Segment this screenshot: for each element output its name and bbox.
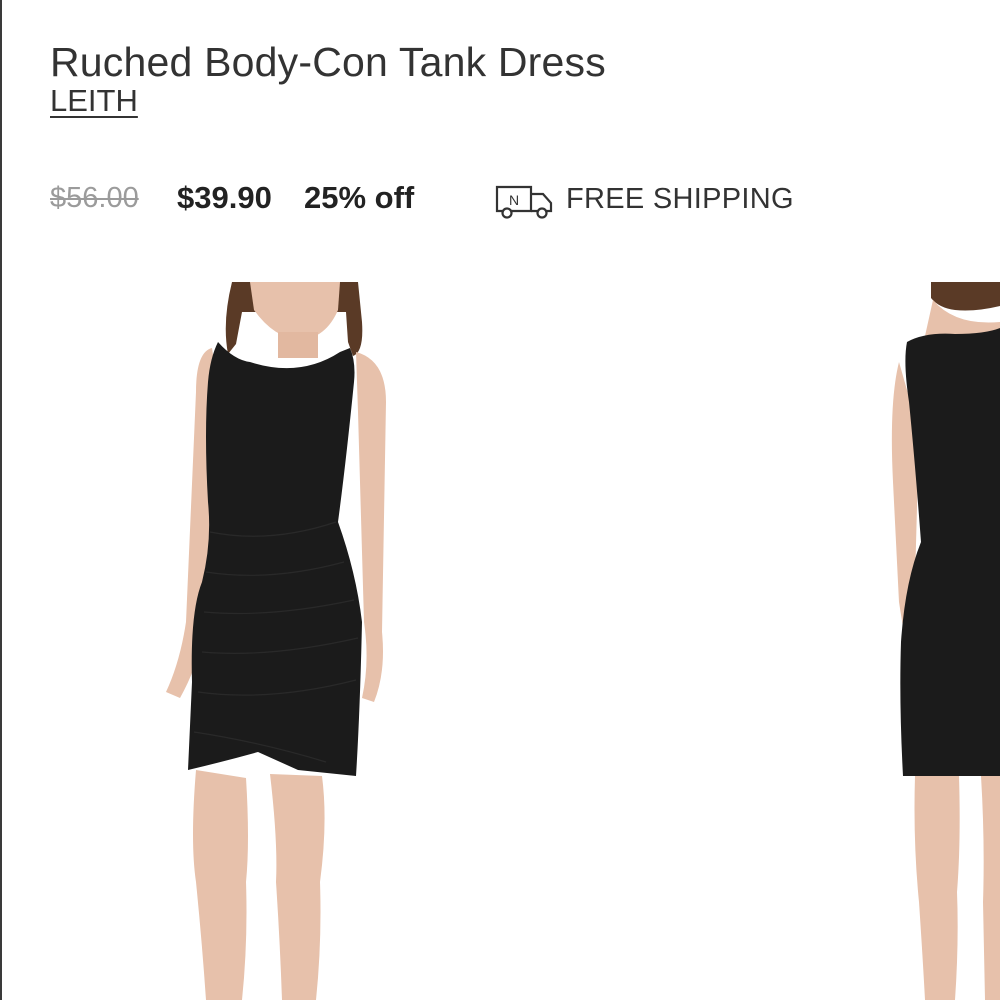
product-image-front[interactable] (150, 282, 410, 1000)
product-title: Ruched Body-Con Tank Dress (50, 39, 606, 86)
price-row: $56.00 $39.90 25% off N FREE SHIPPING (50, 178, 950, 224)
image-gallery (0, 282, 1000, 1000)
discount-badge: 25% off (304, 180, 415, 215)
original-price: $56.00 (50, 182, 139, 214)
free-shipping-label: FREE SHIPPING (566, 183, 794, 215)
product-image-back[interactable] (885, 282, 1000, 1000)
sale-price: $39.90 (177, 180, 272, 215)
delivery-truck-icon: N (495, 183, 555, 221)
brand-link[interactable]: LEITH (50, 83, 138, 119)
truck-logo-letter: N (509, 192, 519, 208)
